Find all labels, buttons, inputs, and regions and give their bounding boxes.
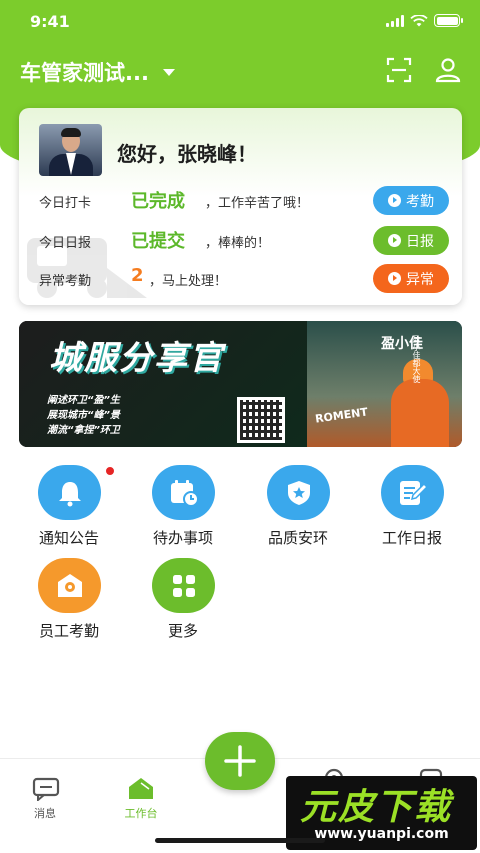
- scan-icon[interactable]: [386, 57, 412, 83]
- banner-bullet: 潮流“拿捏”环卫: [47, 425, 120, 436]
- daily-report-button-label: 日报: [406, 233, 434, 250]
- grid-item-label: 品质安环: [267, 529, 328, 547]
- status-time: 9:41: [30, 12, 70, 31]
- tab-label: 消息: [34, 807, 56, 820]
- grid-item-label: 员工考勤: [38, 622, 99, 640]
- wifi-icon: [410, 14, 428, 26]
- battery-icon: [434, 14, 463, 27]
- grid-item-label: 待办事项: [152, 529, 213, 547]
- arrow-circle-icon: [388, 234, 401, 247]
- abnormal-attendance-label: 异常考勤: [39, 274, 92, 289]
- banner-mascot-subtitle: 盈小佳都大使: [412, 335, 421, 383]
- attendance-button[interactable]: 考勤: [373, 186, 449, 215]
- grid-item-work-report[interactable]: 工作日报: [362, 465, 462, 555]
- home-indicator: [155, 838, 325, 843]
- tab-messages[interactable]: 消息: [10, 769, 80, 820]
- user-summary-card: 您好，张晓峰！ 今日打卡 已完成 ，工作辛苦了哦！ 考勤 今日日报 已提交 ，棒…: [19, 108, 462, 305]
- shield-star-icon: [287, 480, 310, 505]
- company-selector[interactable]: 车管家测试...: [20, 57, 175, 87]
- abnormal-attendance-note: ，马上处理！: [149, 274, 228, 289]
- tab-label: 工作台: [124, 807, 158, 820]
- company-name: 车管家测试...: [20, 61, 149, 85]
- signal-icon: [386, 14, 404, 27]
- mascot-body: [391, 379, 449, 447]
- banner-bullet: 展现城市“峰”景: [47, 410, 120, 421]
- abnormal-attendance-row: 异常考勤 2 ，马上处理！ 异常: [39, 264, 449, 293]
- grid-item-notice[interactable]: 通知公告: [19, 465, 119, 555]
- add-fab-button[interactable]: [205, 732, 275, 790]
- checkin-note: ，工作辛苦了哦！: [205, 196, 310, 211]
- abnormal-button-label: 异常: [406, 271, 434, 288]
- grid-item-label: 更多: [167, 622, 198, 640]
- banner-title: 城服分享官: [49, 338, 224, 377]
- arrow-circle-icon: [388, 272, 401, 285]
- checkin-label: 今日打卡: [39, 196, 92, 211]
- promo-banner[interactable]: 城服分享官 阐述环卫“盈”生 展现城市“峰”景 潮流“拿捏”环卫 盈小佳 盈小佳…: [19, 321, 462, 447]
- location-pin-icon: [57, 573, 82, 597]
- calendar-clock-icon: [170, 479, 199, 507]
- notification-badge: [104, 465, 116, 477]
- apps-grid-icon: [172, 574, 195, 597]
- banner-bullet: 阐述环卫“盈”生: [47, 395, 120, 406]
- message-icon: [32, 777, 60, 801]
- banner-bullets: 阐述环卫“盈”生 展现城市“峰”景 潮流“拿捏”环卫: [47, 393, 120, 438]
- daily-report-status: 已提交: [131, 231, 185, 252]
- bell-icon: [58, 481, 81, 506]
- abnormal-attendance-count: 2: [131, 265, 144, 286]
- daily-report-row: 今日日报 已提交 ，棒棒的！ 日报: [39, 226, 449, 255]
- grid-item-label: 通知公告: [38, 529, 99, 547]
- edit-report-icon: [399, 480, 428, 505]
- workbench-icon: [129, 778, 153, 799]
- status-bar: 9:41: [0, 0, 480, 44]
- greeting-text: 您好，张晓峰！: [117, 142, 257, 166]
- daily-report-label: 今日日报: [39, 236, 92, 251]
- status-icons: [386, 14, 463, 27]
- grid-item-quality-safety[interactable]: 品质安环: [248, 465, 348, 555]
- app-header: 车管家测试...: [0, 52, 480, 92]
- daily-report-note: ，棒棒的！: [205, 236, 271, 251]
- plus-icon: [224, 745, 256, 777]
- qr-code: [237, 397, 285, 443]
- watermark-title: 元皮下载: [300, 787, 453, 828]
- checkin-row: 今日打卡 已完成 ，工作辛苦了哦！ 考勤: [39, 186, 449, 215]
- arrow-circle-icon: [388, 194, 401, 207]
- grid-item-label: 工作日报: [381, 529, 442, 547]
- daily-report-button[interactable]: 日报: [373, 226, 449, 255]
- checkin-status: 已完成: [131, 191, 185, 212]
- grid-item-todo[interactable]: 待办事项: [133, 465, 233, 555]
- tab-workbench[interactable]: 工作台: [106, 769, 176, 820]
- caret-down-icon: [162, 68, 175, 76]
- user-profile-icon[interactable]: [435, 57, 461, 83]
- attendance-button-label: 考勤: [406, 193, 434, 210]
- avatar[interactable]: [39, 124, 102, 176]
- grid-item-attendance[interactable]: 员工考勤: [19, 558, 119, 648]
- abnormal-button[interactable]: 异常: [373, 264, 449, 293]
- grid-item-more[interactable]: 更多: [133, 558, 233, 648]
